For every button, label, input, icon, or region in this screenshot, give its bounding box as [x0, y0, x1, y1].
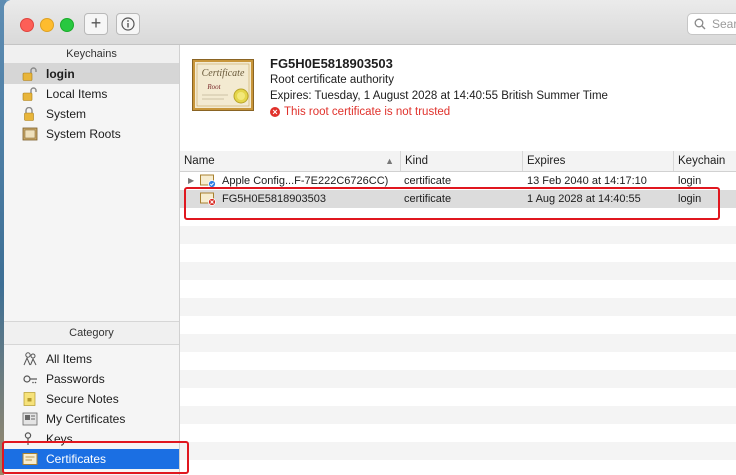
category-section: Category All Items Passwords Secure Note… [4, 321, 179, 469]
info-icon [121, 17, 135, 31]
table-row-selected[interactable]: FG5H0E5818903503 certificate 1 Aug 2028 … [180, 190, 736, 208]
sidebar-item-my-certificates[interactable]: My Certificates [4, 409, 179, 429]
search-placeholder: Sear [712, 17, 736, 31]
sidebar-item-keys[interactable]: Keys [4, 429, 179, 449]
close-button[interactable] [20, 18, 34, 32]
empty-row [180, 370, 736, 388]
sidebar-item-login[interactable]: login [4, 64, 179, 84]
key-icon [24, 432, 32, 445]
sidebar-item-label: Passwords [46, 372, 105, 386]
note-icon [23, 392, 36, 406]
certificate-icon [22, 453, 38, 465]
table-body: ▶ Apple Config...F-7E222C6726CC) certifi… [180, 172, 736, 460]
key-dots-icon [23, 375, 37, 384]
empty-row [180, 244, 736, 262]
people-icon [23, 352, 37, 366]
search-field[interactable]: Sear [687, 13, 736, 35]
sidebar-item-label: Certificates [46, 452, 107, 466]
cell-keychain: login [678, 193, 702, 205]
minimize-button[interactable] [40, 18, 54, 32]
zoom-button[interactable] [60, 18, 74, 32]
column-header-label: Keychain [678, 155, 726, 167]
info-button[interactable] [116, 13, 140, 35]
empty-row [180, 298, 736, 316]
certificate-image: Certificate Root [192, 59, 254, 111]
sidebar-item-label: login [46, 67, 75, 81]
empty-row [180, 280, 736, 298]
empty-row [180, 316, 736, 334]
id-card-icon [22, 412, 38, 426]
column-header-label: Kind [405, 155, 429, 167]
column-header-kind[interactable]: Kind [401, 151, 523, 171]
sidebar-item-label: My Certificates [46, 412, 126, 426]
cell-kind: certificate [404, 175, 452, 187]
sidebar-item-label: Secure Notes [46, 392, 119, 406]
sidebar-item-label: Keys [46, 432, 73, 446]
cell-keychain: login [678, 175, 702, 187]
unlocked-padlock-icon [22, 87, 37, 101]
sidebar-item-passwords[interactable]: Passwords [4, 369, 179, 389]
keychains-header: Keychains [4, 45, 179, 64]
sidebar-item-secure-notes[interactable]: Secure Notes [4, 389, 179, 409]
cell-name: FG5H0E5818903503 [222, 193, 326, 205]
error-icon: × [270, 107, 280, 117]
add-item-button[interactable]: + [84, 13, 108, 35]
sidebar-item-all-items[interactable]: All Items [4, 349, 179, 369]
empty-row [180, 208, 736, 226]
sidebar-item-label: All Items [46, 352, 93, 366]
column-header-label: Name [184, 155, 215, 167]
toolbar: + Sear [4, 0, 736, 45]
empty-row [180, 442, 736, 460]
cell-kind: certificate [404, 193, 452, 205]
column-header-name[interactable]: Name ▲ [180, 151, 401, 171]
unlocked-padlock-icon [22, 67, 37, 81]
certificate-image-title: Certificate [202, 68, 245, 79]
empty-row [180, 262, 736, 280]
certificate-expiry: Expires: Tuesday, 1 August 2028 at 14:40… [270, 90, 608, 102]
certificate-title: FG5H0E5818903503 [270, 56, 393, 71]
sidebar-item-system-roots[interactable]: System Roots [4, 124, 179, 144]
certificate-image-subtitle: Root [206, 83, 221, 91]
items-table: Name ▲ Kind Expires Keychain ▶ Apple Con… [180, 151, 736, 475]
seal-icon [233, 88, 249, 104]
sidebar: Keychains login Local Items System Syste… [4, 45, 180, 475]
sidebar-item-certificates[interactable]: Certificates [4, 449, 179, 469]
category-header: Category [4, 321, 179, 345]
locked-padlock-icon [24, 107, 34, 121]
sort-ascending-icon: ▲ [385, 156, 394, 166]
sidebar-item-local-items[interactable]: Local Items [4, 84, 179, 104]
certificate-detail: Certificate Root FG5H0E5818903503 Root c… [180, 45, 736, 152]
search-icon [694, 18, 706, 30]
table-header: Name ▲ Kind Expires Keychain [180, 151, 736, 172]
certificate-untrusted-icon [200, 192, 216, 206]
trust-warning: × This root certificate is not trusted [270, 106, 450, 118]
empty-row [180, 424, 736, 442]
cabinet-icon [22, 127, 38, 141]
table-row[interactable]: ▶ Apple Config...F-7E222C6726CC) certifi… [180, 172, 736, 190]
empty-row [180, 226, 736, 244]
trust-warning-text: This root certificate is not trusted [284, 106, 451, 118]
empty-row [180, 334, 736, 352]
certificate-trusted-icon [200, 174, 216, 188]
cell-name: Apple Config...F-7E222C6726CC) [222, 175, 389, 187]
cell-expires: 13 Feb 2040 at 14:17:10 [527, 175, 647, 187]
empty-row [180, 352, 736, 370]
empty-row [180, 388, 736, 406]
column-header-expires[interactable]: Expires [523, 151, 674, 171]
sidebar-item-label: System [46, 107, 87, 121]
sidebar-item-label: System Roots [46, 127, 121, 141]
cell-expires: 1 Aug 2028 at 14:40:55 [527, 193, 641, 205]
sidebar-item-label: Local Items [46, 87, 108, 101]
sidebar-item-system[interactable]: System [4, 104, 179, 124]
keychain-access-window: + Sear Keychains login Local Items Syste… [4, 0, 736, 475]
column-header-label: Expires [527, 155, 566, 167]
column-header-keychain[interactable]: Keychain [674, 151, 736, 171]
disclosure-triangle-icon[interactable]: ▶ [188, 172, 194, 190]
empty-row [180, 406, 736, 424]
certificate-subtitle: Root certificate authority [270, 74, 395, 86]
